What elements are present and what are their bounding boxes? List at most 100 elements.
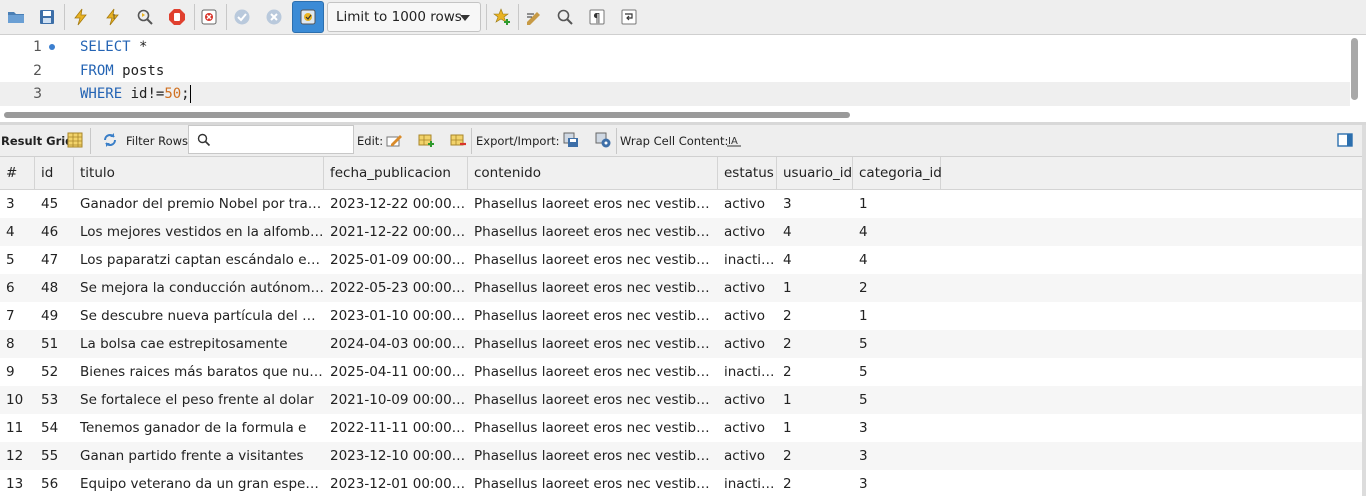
- cell-rownum[interactable]: 10: [0, 386, 35, 414]
- column-header-fecha-publicacion[interactable]: fecha_publicacion: [324, 157, 468, 190]
- cell-titulo[interactable]: Se mejora la conducción autónoma…: [74, 274, 324, 302]
- cell-estatus[interactable]: activo: [718, 330, 777, 358]
- cell-fecha-publicacion[interactable]: 2025-04-11 00:00:00: [324, 358, 468, 386]
- cell-usuario-id[interactable]: 4: [777, 218, 853, 246]
- cell-categoria-id[interactable]: 5: [853, 330, 941, 358]
- cell-contenido[interactable]: Phasellus laoreet eros nec vestibul…: [468, 414, 718, 442]
- cell-estatus[interactable]: inactivo: [718, 246, 777, 274]
- table-row[interactable]: 5 47 Los paparatzi captan escándalo en … 20…: [0, 246, 1362, 274]
- cell-categoria-id[interactable]: 4: [853, 246, 941, 274]
- cell-id[interactable]: 51: [35, 330, 74, 358]
- delete-row-icon[interactable]: [450, 132, 466, 148]
- cell-id[interactable]: 49: [35, 302, 74, 330]
- cell-contenido[interactable]: Phasellus laoreet eros nec vestibul…: [468, 218, 718, 246]
- cell-titulo[interactable]: Los paparatzi captan escándalo en …: [74, 246, 324, 274]
- cell-fecha-publicacion[interactable]: 2021-12-22 00:00:00: [324, 218, 468, 246]
- cell-usuario-id[interactable]: 2: [777, 470, 853, 498]
- cell-rownum[interactable]: 11: [0, 414, 35, 442]
- cell-rownum[interactable]: 7: [0, 302, 35, 330]
- cell-titulo[interactable]: Se fortalece el peso frente al dolar: [74, 386, 324, 414]
- cell-fecha-publicacion[interactable]: 2023-12-10 00:00:00: [324, 442, 468, 470]
- cell-usuario-id[interactable]: 2: [777, 442, 853, 470]
- cell-titulo[interactable]: Se descubre nueva partícula del m…: [74, 302, 324, 330]
- cell-fecha-publicacion[interactable]: 2022-05-23 00:00:00: [324, 274, 468, 302]
- cell-id[interactable]: 46: [35, 218, 74, 246]
- bookmark-icon[interactable]: [490, 5, 514, 29]
- editor-horizontal-scrollbar[interactable]: [4, 112, 850, 118]
- cell-rownum[interactable]: 8: [0, 330, 35, 358]
- beautify-icon[interactable]: [522, 5, 546, 29]
- cell-rownum[interactable]: 4: [0, 218, 35, 246]
- find-icon[interactable]: [553, 5, 577, 29]
- table-row[interactable]: 6 48 Se mejora la conducción autónoma… 2022…: [0, 274, 1362, 302]
- toggle-panel-icon[interactable]: [1337, 132, 1353, 148]
- result-grid-tab[interactable]: Result Grid: [1, 134, 73, 148]
- cell-usuario-id[interactable]: 2: [777, 330, 853, 358]
- cell-estatus[interactable]: activo: [718, 302, 777, 330]
- editor-vertical-scrollbar[interactable]: [1351, 38, 1358, 100]
- save-icon[interactable]: [35, 5, 59, 29]
- sql-editor[interactable]: 1 SELECT * 2 FROM posts 3 WHERE id!=50;: [0, 35, 1366, 122]
- toggle-error-icon[interactable]: [197, 5, 221, 29]
- column-header-estatus[interactable]: estatus: [718, 157, 777, 190]
- cell-categoria-id[interactable]: 2: [853, 274, 941, 302]
- rollback-icon[interactable]: [262, 5, 286, 29]
- wrap-icon[interactable]: [617, 5, 641, 29]
- cell-estatus[interactable]: activo: [718, 414, 777, 442]
- cell-rownum[interactable]: 13: [0, 470, 35, 498]
- table-row[interactable]: 8 51 La bolsa cae estrepitosamente 2024-04-…: [0, 330, 1362, 358]
- autocommit-icon[interactable]: [292, 1, 324, 33]
- open-folder-icon[interactable]: [4, 5, 28, 29]
- cell-id[interactable]: 54: [35, 414, 74, 442]
- editor-line[interactable]: 2 FROM posts: [0, 59, 1350, 83]
- cell-fecha-publicacion[interactable]: 2023-12-22 00:00:00: [324, 190, 468, 218]
- cell-categoria-id[interactable]: 3: [853, 414, 941, 442]
- cell-titulo[interactable]: Bienes raices más baratos que nunca: [74, 358, 324, 386]
- table-row[interactable]: 13 56 Equipo veterano da un gran espect… 20…: [0, 470, 1362, 498]
- cell-usuario-id[interactable]: 1: [777, 386, 853, 414]
- table-row[interactable]: 3 45 Ganador del premio Nobel por trab… 202…: [0, 190, 1362, 218]
- column-header-titulo[interactable]: titulo: [74, 157, 324, 190]
- cell-contenido[interactable]: Phasellus laoreet eros nec vestibul…: [468, 330, 718, 358]
- cell-titulo[interactable]: Tenemos ganador de la formula e: [74, 414, 324, 442]
- cell-categoria-id[interactable]: 4: [853, 218, 941, 246]
- invisible-chars-icon[interactable]: ¶: [585, 5, 609, 29]
- cell-categoria-id[interactable]: 5: [853, 386, 941, 414]
- table-row[interactable]: 7 49 Se descubre nueva partícula del m… 202…: [0, 302, 1362, 330]
- cell-estatus[interactable]: inactivo: [718, 470, 777, 498]
- cell-contenido[interactable]: Phasellus laoreet eros nec vestibul…: [468, 302, 718, 330]
- cell-fecha-publicacion[interactable]: 2021-10-09 00:00:00: [324, 386, 468, 414]
- export-icon[interactable]: [563, 132, 579, 148]
- add-row-icon[interactable]: [418, 132, 434, 148]
- cell-titulo[interactable]: Ganan partido frente a visitantes: [74, 442, 324, 470]
- wrap-cell-icon[interactable]: IA: [726, 132, 742, 148]
- cell-categoria-id[interactable]: 5: [853, 358, 941, 386]
- cell-fecha-publicacion[interactable]: 2022-11-11 00:00:00: [324, 414, 468, 442]
- cell-usuario-id[interactable]: 2: [777, 358, 853, 386]
- cell-id[interactable]: 56: [35, 470, 74, 498]
- cell-usuario-id[interactable]: 4: [777, 246, 853, 274]
- cell-usuario-id[interactable]: 1: [777, 414, 853, 442]
- cell-estatus[interactable]: activo: [718, 274, 777, 302]
- cell-fecha-publicacion[interactable]: 2025-01-09 00:00:00: [324, 246, 468, 274]
- cell-contenido[interactable]: Phasellus laoreet eros nec vestibul…: [468, 246, 718, 274]
- explain-icon[interactable]: [133, 5, 157, 29]
- cell-categoria-id[interactable]: 1: [853, 190, 941, 218]
- cell-titulo[interactable]: Ganador del premio Nobel por trab…: [74, 190, 324, 218]
- table-row[interactable]: 9 52 Bienes raices más baratos que nunca 20…: [0, 358, 1362, 386]
- refresh-icon[interactable]: [102, 132, 118, 148]
- cell-contenido[interactable]: Phasellus laoreet eros nec vestibul…: [468, 190, 718, 218]
- cell-contenido[interactable]: Phasellus laoreet eros nec vestibul…: [468, 470, 718, 498]
- cell-usuario-id[interactable]: 3: [777, 190, 853, 218]
- cell-contenido[interactable]: Phasellus laoreet eros nec vestibul…: [468, 274, 718, 302]
- editor-line[interactable]: 1 SELECT *: [0, 35, 1350, 59]
- table-row[interactable]: 11 54 Tenemos ganador de la formula e 2022-…: [0, 414, 1362, 442]
- execute-current-icon[interactable]: I: [101, 5, 125, 29]
- cell-estatus[interactable]: activo: [718, 218, 777, 246]
- cell-categoria-id[interactable]: 3: [853, 442, 941, 470]
- column-header-rownum[interactable]: #: [0, 157, 35, 190]
- cell-estatus[interactable]: inactivo: [718, 358, 777, 386]
- result-grid[interactable]: # id titulo fecha_publicacion contenido …: [0, 157, 1362, 496]
- cell-titulo[interactable]: Equipo veterano da un gran espect…: [74, 470, 324, 498]
- table-row[interactable]: 4 46 Los mejores vestidos en la alfombr… 20…: [0, 218, 1362, 246]
